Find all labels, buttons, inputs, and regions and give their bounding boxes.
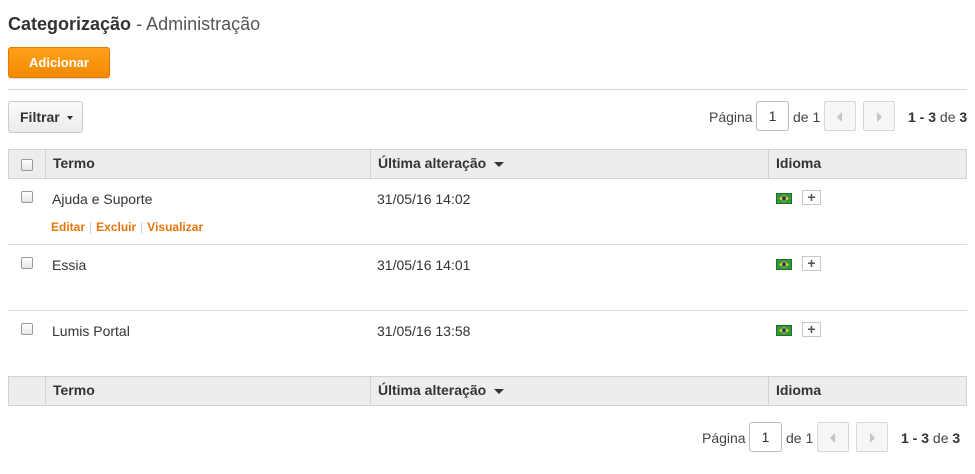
brazil-flag-icon[interactable] [776, 259, 792, 270]
results-range: 1 - 3 [901, 430, 930, 446]
add-language-button[interactable]: + [802, 190, 821, 205]
view-link[interactable]: Visualizar [147, 220, 203, 234]
column-footer-language[interactable]: Idioma [776, 377, 821, 405]
pagination-bottom: Página de 1 1 - 3 de 3 [702, 422, 960, 452]
chevron-right-icon [870, 433, 875, 443]
column-divider [768, 377, 769, 405]
divider [8, 89, 967, 90]
term-cell: Essia [52, 257, 87, 273]
page-of-label: de 1 [793, 109, 821, 125]
table-header: Termo Última alteração Idioma [8, 149, 967, 179]
modified-cell: 31/05/16 13:58 [377, 323, 471, 339]
row-actions: Editar | Excluir | Visualizar [51, 220, 203, 234]
page-title-main: Categorização [8, 14, 132, 34]
action-separator: | [140, 220, 144, 234]
page-title: Categorização - Administração [8, 14, 260, 35]
edit-link[interactable]: Editar [51, 220, 85, 234]
column-header-term[interactable]: Termo [53, 150, 95, 178]
term-cell: Ajuda e Suporte [52, 191, 153, 207]
column-header-last-modified[interactable]: Última alteração [378, 150, 505, 178]
action-separator: | [89, 220, 93, 234]
column-header-last-modified-label: Última alteração [378, 155, 487, 171]
results-count: 1 - 3 de 3 [908, 109, 967, 125]
row-checkbox[interactable] [21, 323, 33, 335]
pagination-top: Página de 1 1 - 3 de 3 [709, 101, 967, 131]
add-language-button[interactable]: + [802, 256, 821, 271]
results-of-label: de [939, 109, 956, 125]
select-all-checkbox[interactable] [21, 159, 33, 171]
previous-page-button[interactable] [817, 422, 849, 452]
next-page-button[interactable] [856, 422, 888, 452]
chevron-right-icon [877, 112, 882, 122]
column-footer-term[interactable]: Termo [53, 377, 95, 405]
page-number-input[interactable] [756, 101, 789, 131]
caret-down-icon [67, 116, 73, 120]
table-row: Ajuda e Suporte 31/05/16 14:02 + Editar |… [8, 179, 967, 245]
chevron-left-icon [830, 433, 835, 443]
filter-button[interactable]: Filtrar [8, 101, 83, 133]
column-header-language[interactable]: Idioma [776, 150, 821, 178]
add-language-button[interactable]: + [802, 322, 821, 337]
table-row: Lumis Portal 31/05/16 13:58 + [8, 311, 967, 377]
page-number-input[interactable] [749, 422, 782, 452]
page-of-label: de 1 [786, 430, 814, 446]
page-label: Página [709, 109, 753, 125]
column-divider [370, 377, 371, 405]
column-divider [45, 377, 46, 405]
sort-descending-icon [494, 388, 505, 394]
term-cell: Lumis Portal [52, 323, 130, 339]
column-divider [370, 150, 371, 178]
results-of-label: de [932, 430, 949, 446]
modified-cell: 31/05/16 14:01 [377, 257, 471, 273]
column-divider [768, 150, 769, 178]
previous-page-button[interactable] [824, 101, 856, 131]
delete-link[interactable]: Excluir [96, 220, 136, 234]
next-page-button[interactable] [863, 101, 895, 131]
brazil-flag-icon[interactable] [776, 193, 792, 204]
page-title-subtitle: - Administração [136, 14, 261, 34]
add-button[interactable]: Adicionar [8, 47, 110, 78]
results-count: 1 - 3 de 3 [901, 430, 960, 446]
filter-button-label: Filtrar [20, 109, 60, 125]
column-footer-last-modified-label: Última alteração [378, 382, 487, 398]
column-footer-last-modified[interactable]: Última alteração [378, 377, 505, 405]
results-total: 3 [952, 430, 961, 446]
sort-descending-icon [494, 161, 505, 167]
results-total: 3 [959, 109, 968, 125]
page-label: Página [702, 430, 746, 446]
results-range: 1 - 3 [908, 109, 937, 125]
row-checkbox[interactable] [21, 191, 33, 203]
row-checkbox[interactable] [21, 257, 33, 269]
table-row: Essia 31/05/16 14:01 + [8, 245, 967, 311]
chevron-left-icon [837, 112, 842, 122]
column-divider [45, 150, 46, 178]
brazil-flag-icon[interactable] [776, 325, 792, 336]
modified-cell: 31/05/16 14:02 [377, 191, 471, 207]
table-footer-header: Termo Última alteração Idioma [8, 376, 967, 406]
